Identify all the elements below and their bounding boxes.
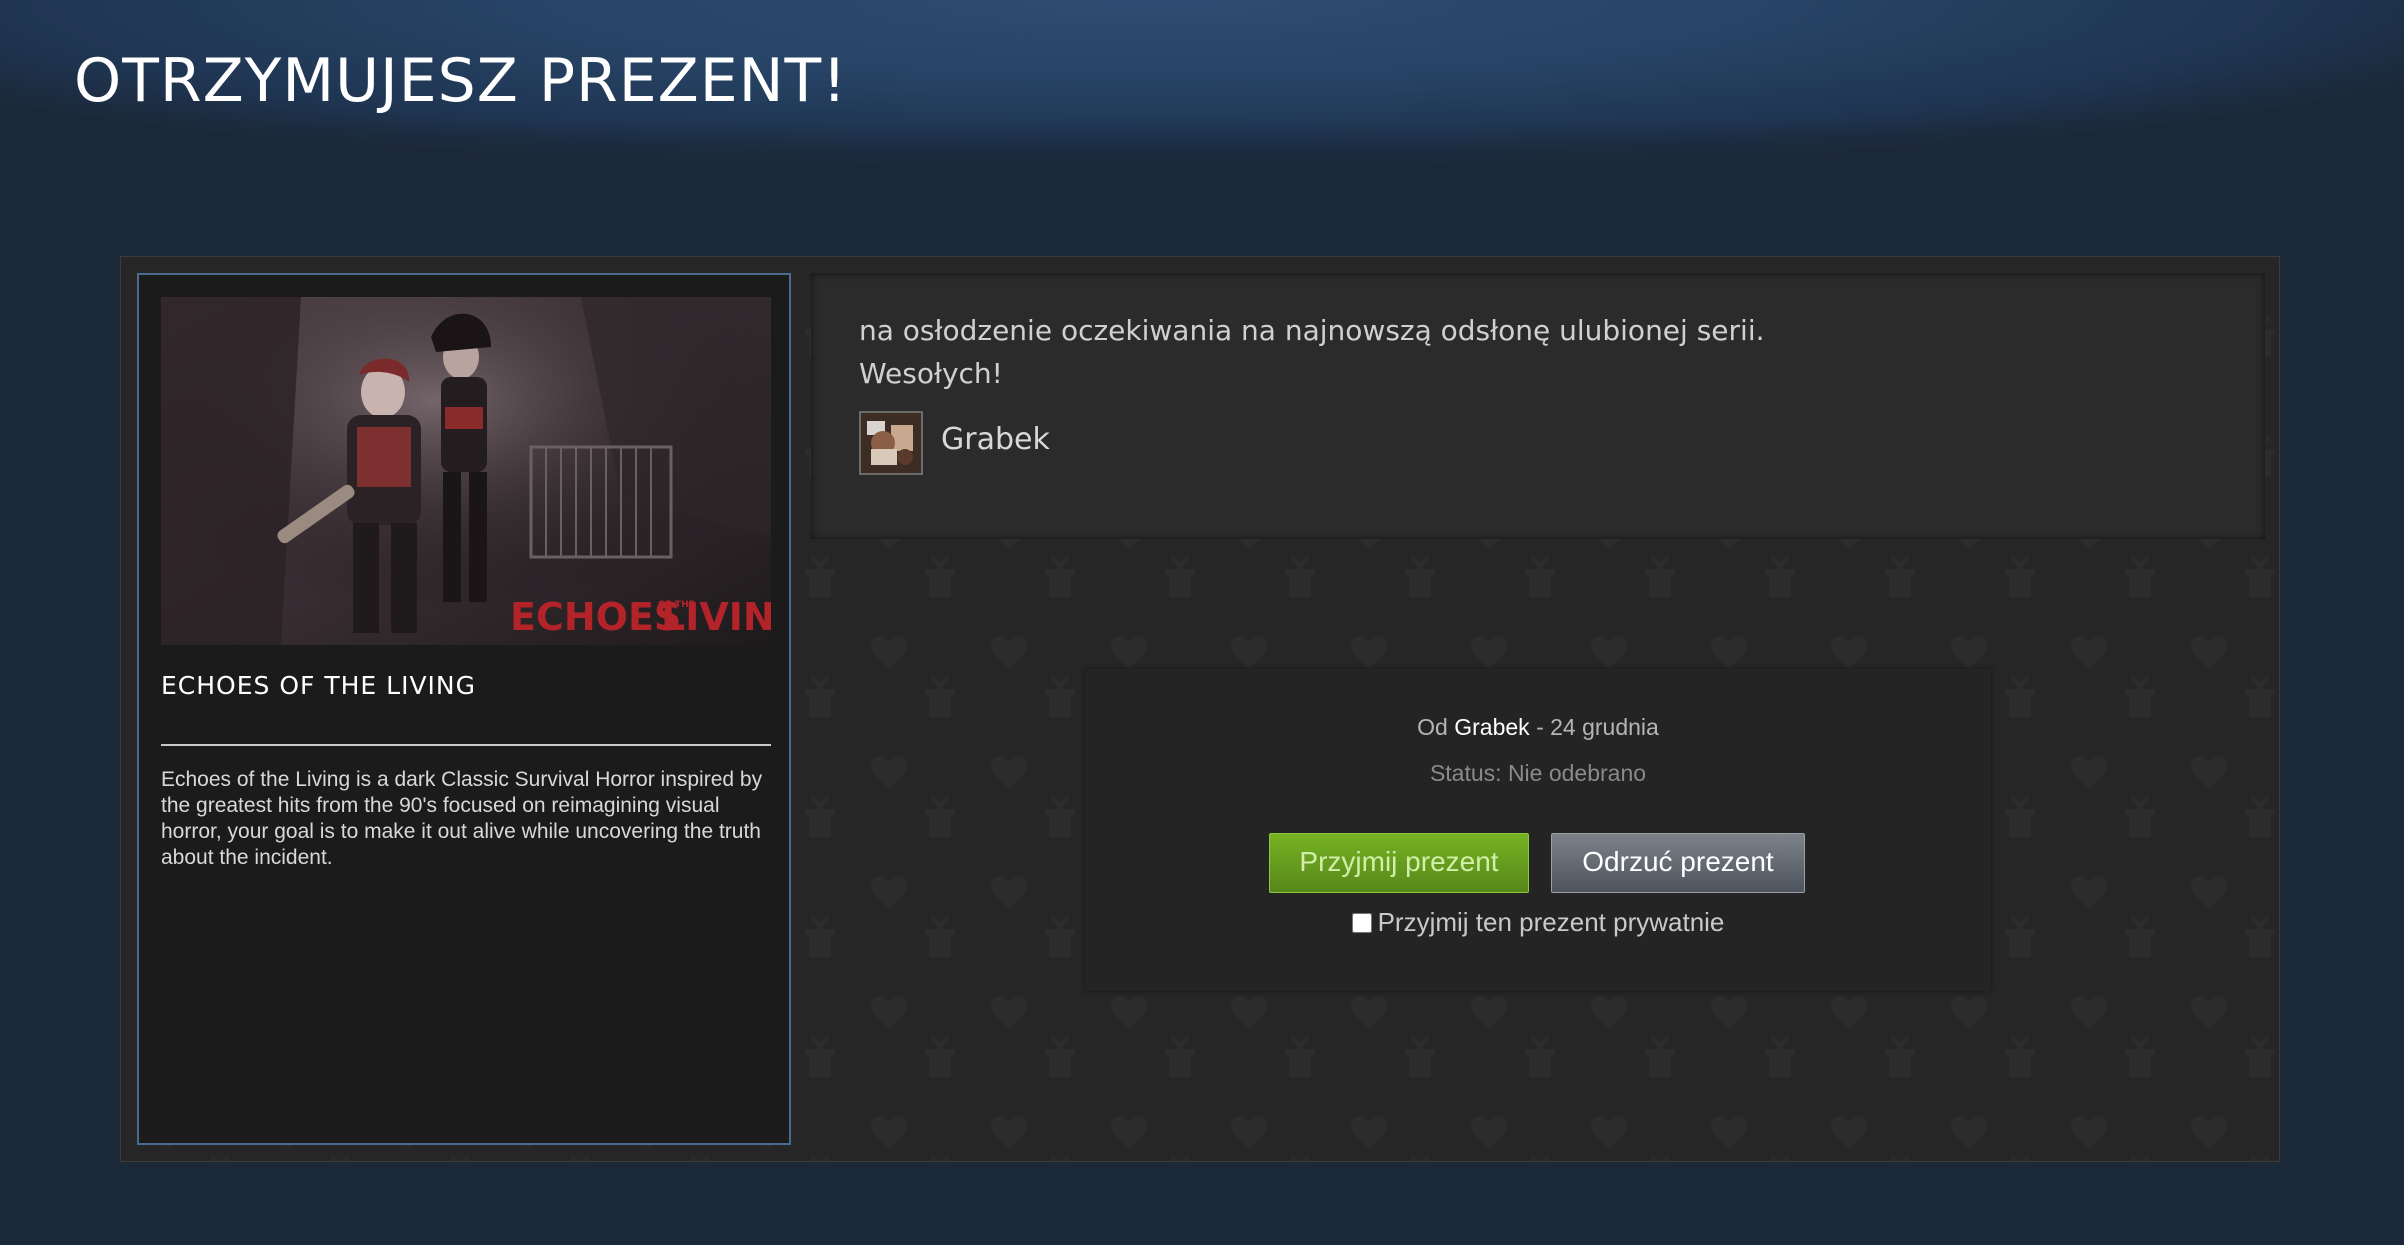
sender-avatar[interactable] [859, 411, 923, 475]
gift-status: Status: Nie odebrano [1429, 760, 1647, 786]
page-title: OTRZYMUJESZ PREZENT! [74, 46, 848, 116]
svg-text:LIVING: LIVING [661, 595, 771, 639]
from-prefix: Od [1417, 714, 1448, 740]
divider [161, 744, 771, 746]
gift-action-box: Od Grabek - 24 grudnia Status: Nie odebr… [1085, 669, 1991, 991]
game-name[interactable]: ECHOES OF THE LIVING [161, 671, 476, 700]
avatar-image [861, 413, 921, 473]
decline-gift-button[interactable]: Odrzuć prezent [1551, 833, 1805, 893]
sender-name[interactable]: Grabek [941, 422, 1050, 457]
game-card[interactable]: ECHOES OF THE LIVING ECHOES OF THE LIVIN… [137, 273, 791, 1145]
gift-panel: ECHOES OF THE LIVING ECHOES OF THE LIVIN… [120, 256, 2280, 1162]
from-date: - 24 grudnia [1536, 714, 1659, 740]
gift-from-line: Od Grabek - 24 grudnia [1085, 714, 1991, 741]
game-capsule-image[interactable]: ECHOES OF THE LIVING [161, 297, 771, 645]
accept-privately-label: Przyjmij ten prezent prywatnie [1377, 907, 1725, 937]
accept-privately-checkbox[interactable] [1351, 913, 1372, 933]
game-description: Echoes of the Living is a dark Classic S… [161, 768, 763, 869]
gift-message-text: na osłodzenie oczekiwania na najnowszą o… [859, 314, 1765, 390]
from-sender-link[interactable]: Grabek [1454, 714, 1529, 740]
accept-privately-option[interactable]: Przyjmij ten prezent prywatnie [1085, 907, 1991, 938]
accept-gift-button[interactable]: Przyjmij prezent [1269, 833, 1529, 893]
gift-message-box: na osłodzenie oczekiwania na najnowszą o… [811, 273, 2265, 539]
svg-text:ECHOES: ECHOES [510, 595, 681, 639]
